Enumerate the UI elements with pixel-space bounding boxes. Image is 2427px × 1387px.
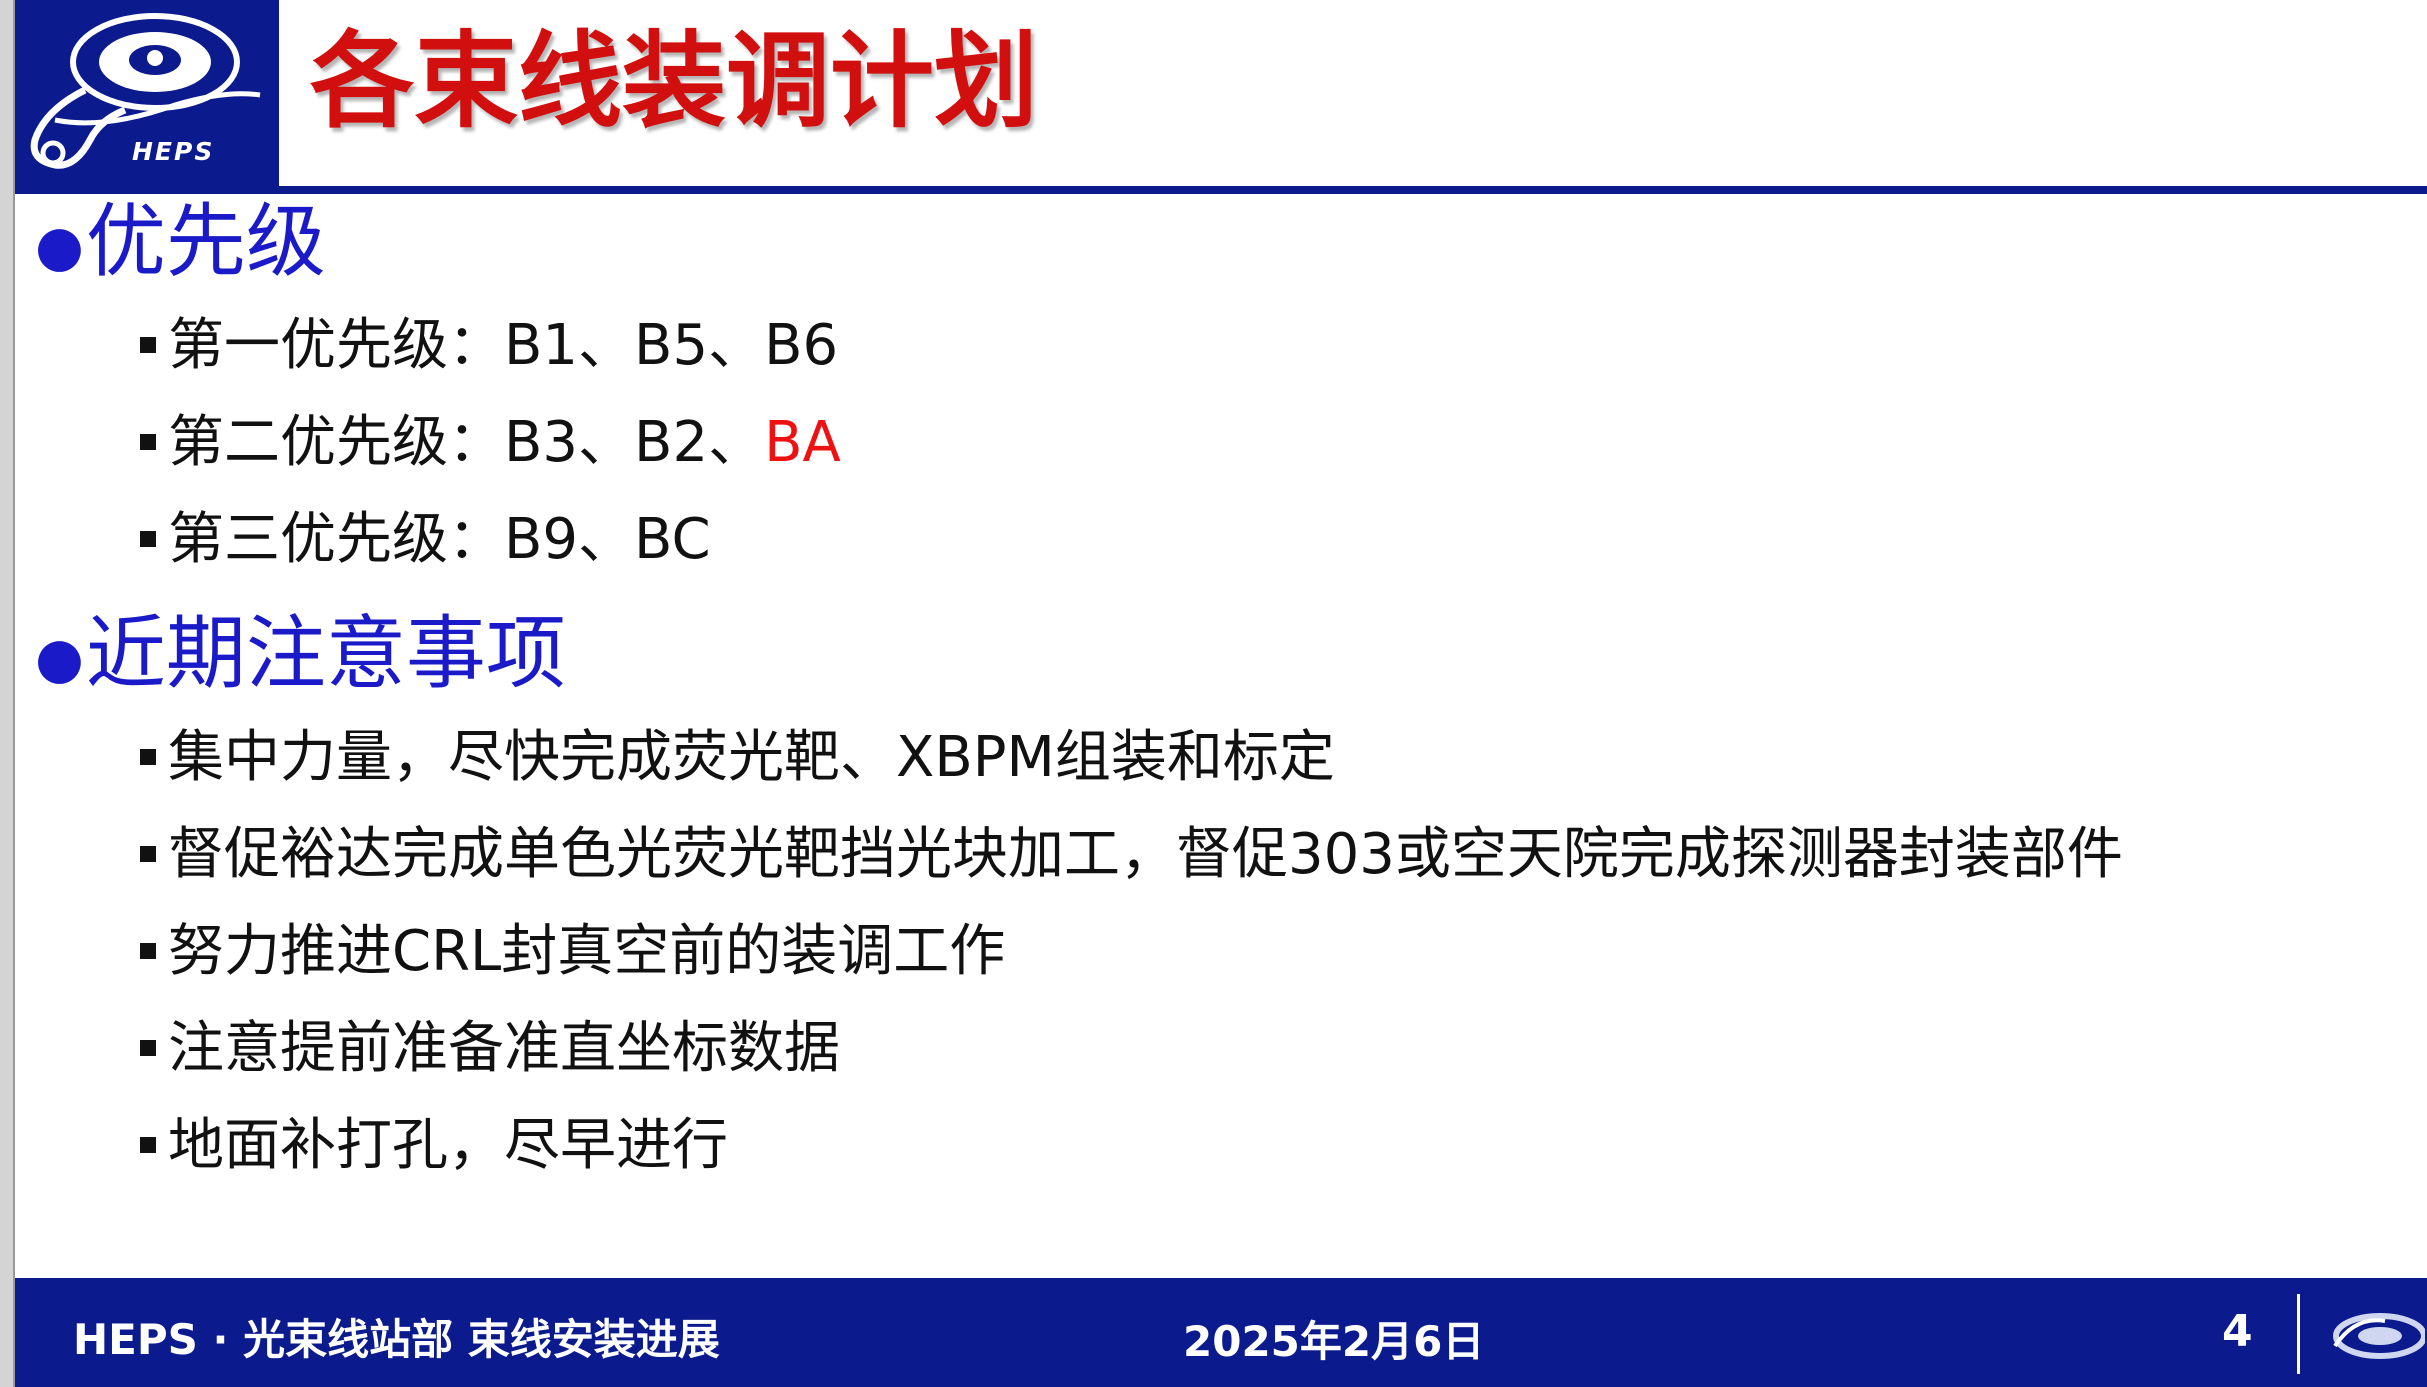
square-bullet-icon — [140, 845, 156, 862]
section-heading-text: 优先级 — [85, 195, 326, 288]
section-heading-notes: ●近期注意事项 — [35, 608, 566, 700]
logo-text: HEPS — [132, 137, 215, 166]
list-item-text: 注意提前准备准直坐标数据 — [168, 1016, 840, 1081]
list-item-highlight: BA — [764, 410, 841, 475]
footer-label: HEPS · 光束线站部 束线安装进展 — [73, 1315, 720, 1364]
header-divider — [15, 186, 2427, 194]
square-bullet-icon — [140, 748, 156, 765]
square-bullet-icon — [140, 942, 156, 959]
footer-date: 2025年2月6日 — [1183, 1317, 1485, 1366]
heps-logo: HEPS — [15, 0, 279, 190]
list-item: 注意提前准备准直坐标数据 — [140, 1016, 840, 1081]
slide-header: HEPS 各束线装调计划 — [15, 0, 2427, 196]
left-edge — [0, 0, 15, 1387]
bullet-dot-icon: ● — [35, 213, 84, 279]
list-item: 地面补打孔，尽早进行 — [140, 1113, 728, 1178]
list-item: 第二优先级：B3、B2、BA — [140, 410, 841, 475]
square-bullet-icon — [140, 433, 156, 450]
square-bullet-icon — [140, 530, 156, 547]
list-item: 第一优先级：B1、B5、B6 — [140, 313, 839, 378]
page-number: 4 — [2222, 1306, 2253, 1357]
slide-footer: HEPS · 光束线站部 束线安装进展 2025年2月6日 4 — [15, 1278, 2427, 1387]
square-bullet-icon — [140, 336, 156, 353]
list-item-text: 集中力量，尽快完成荧光靶、XBPM组装和标定 — [168, 725, 1335, 790]
list-item: 努力推进CRL封真空前的装调工作 — [140, 919, 1006, 984]
list-item-text: 第二优先级：B3、B2、 — [168, 410, 765, 475]
list-item-text: 努力推进CRL封真空前的装调工作 — [168, 919, 1006, 984]
list-item-text: 地面补打孔，尽早进行 — [168, 1113, 728, 1178]
square-bullet-icon — [140, 1136, 156, 1153]
footer-logo-icon — [2333, 1313, 2425, 1359]
slide-title: 各束线装调计划 — [310, 20, 1039, 142]
slide-body: ●优先级 第一优先级：B1、B5、B6 第二优先级：B3、B2、BA 第三优先级… — [15, 196, 2427, 1276]
list-item-text: 第三优先级：B9、BC — [168, 507, 711, 572]
section-heading-text: 近期注意事项 — [85, 607, 566, 700]
list-item: 集中力量，尽快完成荧光靶、XBPM组装和标定 — [140, 725, 1335, 790]
list-item-text: 第一优先级：B1、B5、B6 — [168, 313, 839, 378]
list-item: 第三优先级：B9、BC — [140, 507, 711, 572]
list-item-text: 督促裕达完成单色光荧光靶挡光块加工，督促303或空天院完成探测器封装部件 — [168, 822, 2123, 887]
bullet-dot-icon: ● — [35, 625, 84, 691]
footer-divider — [2297, 1294, 2300, 1374]
square-bullet-icon — [140, 1039, 156, 1056]
list-item: 督促裕达完成单色光荧光靶挡光块加工，督促303或空天院完成探测器封装部件 — [140, 822, 2123, 887]
section-heading-priority: ●优先级 — [35, 196, 326, 288]
